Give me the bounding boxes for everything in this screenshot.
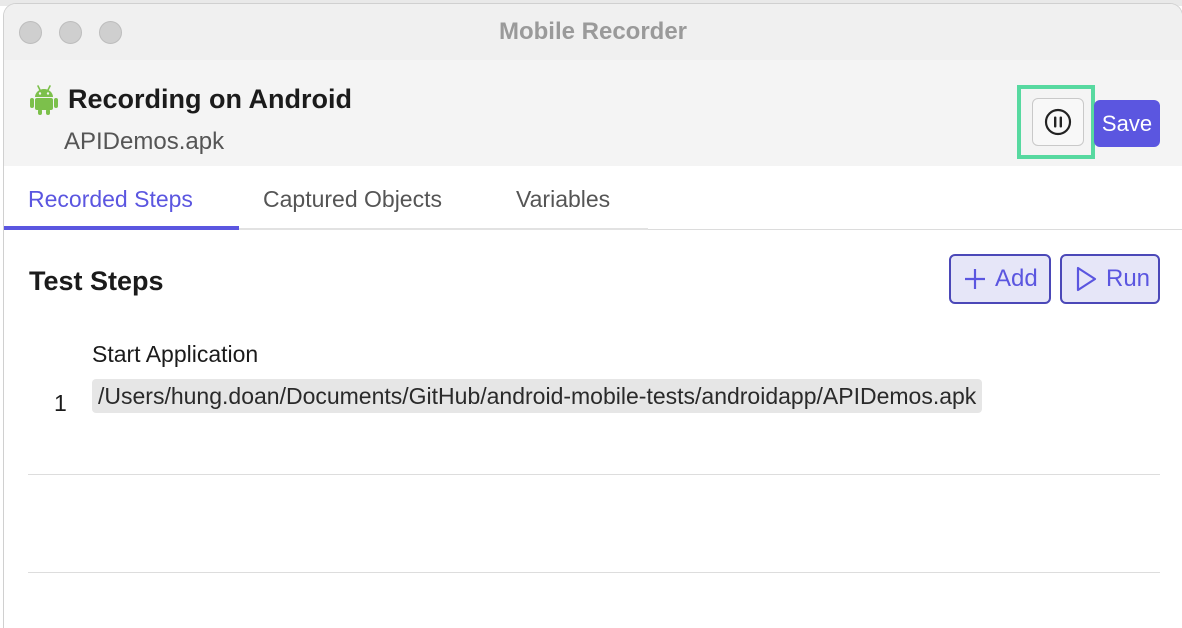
step-value[interactable]: /Users/hung.doan/Documents/GitHub/androi… bbox=[92, 379, 983, 413]
title-bar[interactable]: Mobile Recorder bbox=[4, 4, 1182, 60]
android-icon bbox=[30, 85, 58, 115]
step-number: 1 bbox=[54, 390, 67, 416]
save-button[interactable]: Save bbox=[1094, 100, 1160, 147]
test-steps-title: Test Steps bbox=[29, 266, 164, 296]
mobile-recorder-window: Mobile Recorder Recording on Android API… bbox=[4, 4, 1182, 628]
window-title: Mobile Recorder bbox=[498, 18, 688, 45]
recording-title: Recording on Android bbox=[68, 84, 352, 114]
pause-recording-button[interactable] bbox=[1032, 98, 1084, 146]
tab-recorded-steps[interactable]: Recorded Steps bbox=[28, 186, 193, 213]
step-row-divider bbox=[28, 474, 1160, 475]
run-steps-button[interactable]: Run bbox=[1060, 254, 1160, 304]
run-steps-label: Run bbox=[1106, 265, 1151, 292]
play-icon bbox=[1076, 266, 1097, 292]
step-name[interactable]: Start Application bbox=[92, 341, 258, 368]
tab-variables[interactable]: Variables bbox=[516, 186, 610, 213]
add-step-button[interactable]: Add bbox=[949, 254, 1051, 304]
tab-captured-objects[interactable]: Captured Objects bbox=[263, 186, 442, 213]
app-file-name: APIDemos.apk bbox=[64, 128, 225, 155]
tab-bar: Recorded Steps Captured Objects Variable… bbox=[4, 166, 1182, 232]
add-step-label: Add bbox=[995, 265, 1038, 292]
plus-icon bbox=[965, 269, 985, 289]
active-tab-indicator bbox=[4, 226, 239, 230]
pause-circle-icon bbox=[1044, 108, 1072, 136]
recording-header: Recording on Android APIDemos.apk Save bbox=[4, 60, 1182, 166]
tab-strip-divider bbox=[239, 228, 648, 230]
empty-row-divider bbox=[28, 572, 1160, 573]
